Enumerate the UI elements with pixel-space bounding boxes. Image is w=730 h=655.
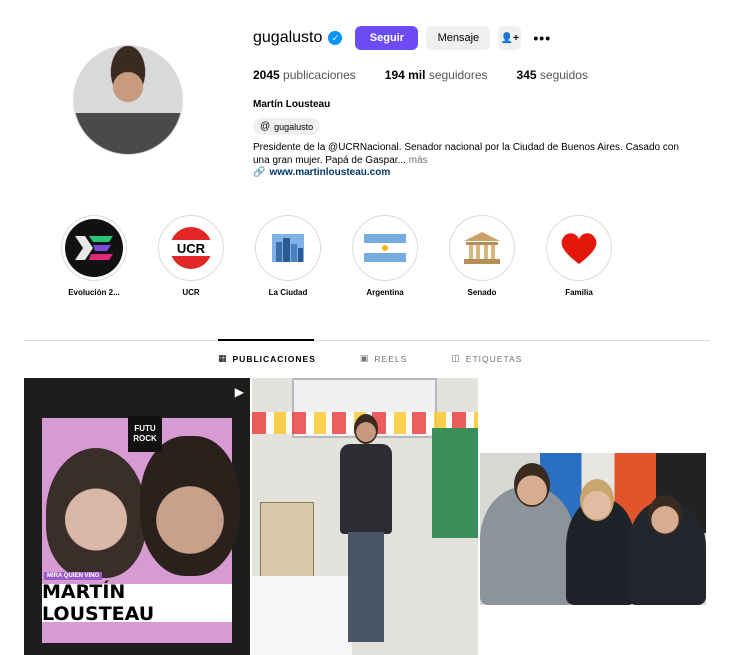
post-thumbnail[interactable] bbox=[480, 453, 706, 605]
active-tab-indicator bbox=[218, 339, 314, 341]
highlight-label: Senado bbox=[467, 288, 497, 297]
following-count: 345 bbox=[516, 68, 537, 82]
bio: Presidente de la @UCRNacional. Senador n… bbox=[253, 141, 713, 167]
following-stat[interactable]: 345 seguidos bbox=[517, 68, 588, 82]
highlight-ring bbox=[546, 215, 612, 281]
tab-etiquetas[interactable]: ◫ ETIQUETAS bbox=[451, 353, 522, 364]
followers-label: seguidores bbox=[428, 68, 488, 82]
posts-count: 2045 bbox=[253, 68, 280, 82]
threads-icon: @ bbox=[260, 121, 271, 132]
tab-publicaciones[interactable]: ▦ PUBLICACIONES bbox=[218, 353, 316, 364]
link-icon: 🔗 bbox=[253, 167, 266, 178]
highlight-ring bbox=[61, 215, 127, 281]
classical-building-icon bbox=[453, 219, 511, 277]
highlight-ring bbox=[255, 215, 321, 281]
story-highlights: Evolución 2... UCR UCR La Ciudad Argenti… bbox=[54, 215, 674, 305]
reel-badge-icon: ▶ bbox=[234, 385, 244, 399]
tag-icon: ◫ bbox=[451, 353, 461, 363]
tab-label: REELS bbox=[374, 353, 408, 364]
bio-line-2-wrap: una gran mujer. Papá de Gaspar... más bbox=[253, 154, 713, 167]
ucr-logo-icon: UCR bbox=[162, 219, 220, 277]
board-image bbox=[432, 428, 478, 538]
highlight-ring bbox=[449, 215, 515, 281]
person-torso bbox=[340, 444, 392, 534]
verified-badge-icon: ✓ bbox=[328, 31, 343, 45]
tab-label: PUBLICACIONES bbox=[232, 353, 316, 364]
futurock-logo: FUTU ROCK bbox=[128, 416, 162, 452]
reels-icon: ▣ bbox=[359, 353, 370, 363]
highlight-label: Familia bbox=[565, 288, 593, 297]
bio-line-2: una gran mujer. Papá de Gaspar... bbox=[253, 155, 406, 166]
person-head bbox=[648, 495, 682, 535]
tabs-divider bbox=[24, 340, 710, 341]
highlight-evolucion[interactable]: Evolución 2... bbox=[54, 215, 134, 297]
post-headline: MARTÍN LOUSTEAU bbox=[42, 581, 232, 625]
threads-badge[interactable]: @ gugalusto bbox=[253, 118, 321, 135]
argentina-flag-icon bbox=[356, 219, 414, 277]
posts-label: publicaciones bbox=[283, 68, 356, 82]
person-head bbox=[580, 479, 614, 521]
evolucion-logo-icon bbox=[65, 219, 123, 277]
full-name: Martín Lousteau bbox=[253, 99, 331, 110]
tab-reels[interactable]: ▣ REELS bbox=[360, 353, 407, 364]
highlight-ring: UCR bbox=[158, 215, 224, 281]
bio-more-link[interactable]: más bbox=[409, 155, 428, 166]
red-heart-icon bbox=[550, 219, 608, 277]
city-icon bbox=[259, 219, 317, 277]
grid-icon: ▦ bbox=[218, 353, 228, 363]
highlight-label: Evolución 2... bbox=[68, 288, 120, 297]
person-head bbox=[514, 463, 550, 507]
profile-header: gugalusto ✓ Seguir Mensaje 👤+ ••• bbox=[253, 26, 551, 50]
person-image bbox=[46, 448, 146, 578]
highlight-ucr[interactable]: UCR UCR bbox=[151, 215, 231, 297]
posts-stat: 2045 publicaciones bbox=[253, 68, 356, 82]
website-url: www.martinlousteau.com bbox=[269, 167, 391, 178]
highlight-senado[interactable]: Senado bbox=[442, 215, 522, 297]
add-friend-button[interactable]: 👤+ bbox=[498, 26, 522, 50]
profile-tabs: ▦ PUBLICACIONES ▣ REELS ◫ ETIQUETAS bbox=[218, 353, 566, 364]
person-legs bbox=[348, 532, 384, 642]
highlight-argentina[interactable]: Argentina bbox=[345, 215, 425, 297]
highlight-ring bbox=[352, 215, 418, 281]
highlight-label: La Ciudad bbox=[268, 288, 308, 297]
person-image bbox=[336, 408, 396, 655]
following-label: seguidos bbox=[539, 68, 588, 82]
message-button[interactable]: Mensaje bbox=[426, 26, 491, 50]
username: gugalusto bbox=[253, 29, 323, 46]
bio-line-1: Presidente de la @UCRNacional. Senador n… bbox=[253, 142, 679, 153]
more-options-icon[interactable]: ••• bbox=[533, 30, 551, 46]
svg-text:UCR: UCR bbox=[177, 241, 206, 256]
profile-stats: 2045 publicaciones 194 mil seguidores 34… bbox=[253, 68, 617, 82]
highlight-la-ciudad[interactable]: La Ciudad bbox=[248, 215, 328, 297]
highlight-label: Argentina bbox=[366, 288, 404, 297]
post-kicker: MIRA QUIEN VINO bbox=[44, 572, 103, 580]
highlight-familia[interactable]: Familia bbox=[539, 215, 619, 297]
followers-stat[interactable]: 194 mil seguidores bbox=[385, 68, 488, 82]
user-plus-icon: 👤+ bbox=[500, 32, 520, 44]
highlight-label: UCR bbox=[182, 288, 200, 297]
profile-avatar[interactable] bbox=[73, 45, 183, 155]
ballot-box-image bbox=[260, 502, 314, 580]
follow-button[interactable]: Seguir bbox=[355, 26, 419, 50]
post-thumbnail[interactable] bbox=[252, 378, 478, 655]
tab-label: ETIQUETAS bbox=[465, 353, 523, 364]
post-thumbnail[interactable]: FUTU ROCK MIRA QUIEN VINO MARTÍN LOUSTEA… bbox=[24, 378, 250, 655]
followers-count: 194 mil bbox=[384, 68, 426, 82]
threads-handle: gugalusto bbox=[274, 121, 314, 132]
person-head bbox=[354, 414, 378, 444]
person-image bbox=[140, 436, 240, 576]
website-link[interactable]: 🔗 www.martinlousteau.com bbox=[253, 167, 390, 178]
